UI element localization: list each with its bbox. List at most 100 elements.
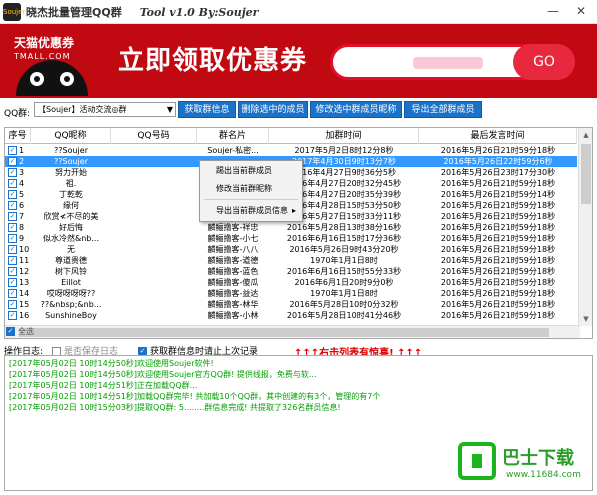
table-row[interactable]: ✓ 8 好后悔 麟鲡撸客-祥忠 2016年5月28日13时38分16秒 2016年5月26…	[5, 222, 577, 233]
cell-join: 2016年5月28日10时0分32秒	[289, 300, 399, 309]
edit-selected-nicknames-button[interactable]: 修改选中群成员昵称	[310, 101, 402, 118]
row-checkbox[interactable]: ✓	[8, 234, 17, 243]
cell-last: 2016年5月26日21时59分14秒	[440, 190, 556, 199]
row-checkbox[interactable]: ✓	[8, 256, 17, 265]
row-checkbox[interactable]: ✓	[8, 157, 17, 166]
banner-search-box[interactable]: GO	[330, 44, 575, 80]
cell-card: 麟鲡撸客-道德	[207, 256, 259, 265]
group-select[interactable]: 【Soujer】活动交流◎群 ▼	[34, 102, 176, 117]
cell-join: 2016年5月26日9时43分20秒	[289, 245, 399, 254]
cell-last: 2016年5月26日21时59分18秒	[440, 245, 556, 254]
cell-idx: 10	[19, 245, 30, 254]
get-group-info-button[interactable]: 获取群信息	[178, 101, 236, 118]
scroll-down-icon[interactable]: ▼	[579, 312, 592, 326]
row-checkbox[interactable]: ✓	[8, 278, 17, 287]
row-checkbox[interactable]: ✓	[8, 245, 17, 254]
cell-nick: 尊道贵德	[55, 256, 87, 265]
cell-last: 2016年5月26日21时59分18秒	[440, 289, 556, 298]
menu-edit-nickname[interactable]: 修改当前群昵称	[200, 181, 302, 197]
cell-card: Soujer-私密...	[207, 146, 259, 155]
close-button[interactable]: ✕	[570, 2, 592, 20]
cell-last: 2016年5月26日23时17分30秒	[440, 168, 556, 177]
table-row[interactable]: ✓ 1 ??Soujer Soujer-私密... 2017年5月2日8时12分8秒 20…	[5, 145, 577, 156]
go-button[interactable]: GO	[513, 44, 575, 80]
cell-join: 2016年6月1日20时9分0秒	[294, 278, 394, 287]
menu-kick-member[interactable]: 踢出当前群成员	[200, 163, 302, 179]
row-checkbox[interactable]: ✓	[8, 223, 17, 232]
cell-idx: 4	[19, 179, 25, 188]
cell-nick: ??Soujer	[54, 157, 88, 166]
col-join-time[interactable]: 加群时间	[269, 128, 419, 144]
cell-last: 2016年5月26日21时59分18秒	[440, 146, 556, 155]
cell-nick: 欣赏≮不尽的美	[43, 212, 99, 221]
title-bar: Soujer 晓杰批量管理QQ群 Tool v1.0 By:Soujer — ✕	[0, 0, 597, 24]
table-row[interactable]: ✓ 14 哎呀呀呀呀?? 麟鲡撸客-益达 1970年1月1日8时 2016年5月26日21…	[5, 288, 577, 299]
horizontal-scrollbar[interactable]	[5, 325, 580, 338]
cell-idx: 9	[19, 234, 25, 243]
cell-idx: 3	[19, 168, 25, 177]
cell-idx: 5	[19, 190, 25, 199]
cell-qq	[111, 299, 197, 310]
member-table[interactable]: 序号 QQ昵称 QQ号码 群名片 加群时间 最后发言时间 ✓ 1 ??Soujer S…	[4, 127, 593, 339]
delete-selected-members-button[interactable]: 删除选中的成员	[238, 101, 308, 118]
cell-card: 麟鲡撸客-小七	[207, 234, 259, 243]
window-title: 晓杰批量管理QQ群 Tool v1.0 By:Soujer	[26, 6, 259, 19]
cell-qq	[111, 156, 197, 167]
scroll-up-icon[interactable]: ▲	[579, 128, 592, 142]
cell-card: 麟鲡撸客-祥忠	[207, 223, 259, 232]
cell-idx: 2	[19, 157, 25, 166]
vertical-scrollbar[interactable]: ▲ ▼	[578, 128, 592, 326]
table-row[interactable]: ✓ 16 SunshineBoy 麟鲡撸客-小林 2016年5月28日10时41分46秒…	[5, 310, 577, 321]
cell-last: 2016年5月26日21时59分18秒	[440, 278, 556, 287]
cell-idx: 14	[19, 289, 30, 298]
row-checkbox[interactable]: ✓	[8, 267, 17, 276]
col-nickname[interactable]: QQ昵称	[31, 128, 111, 144]
table-row[interactable]: ✓ 11 尊道贵德 麟鲡撸客-道德 1970年1月1日8时 2016年5月26日21时59…	[5, 255, 577, 266]
row-checkbox[interactable]: ✓	[8, 289, 17, 298]
cell-nick: 丁乾乾	[59, 190, 83, 199]
cell-idx: 1	[19, 146, 25, 155]
scroll-thumb[interactable]	[581, 144, 591, 204]
cell-last: 2016年5月26日21时59分18秒	[440, 267, 556, 276]
table-row[interactable]: ✓ 9 似水冷然&nb... 麟鲡撸客-小七 2016年6月16日15时17分36秒 20…	[5, 233, 577, 244]
cell-qq	[111, 244, 197, 255]
table-row[interactable]: ✓ 12 树下风铃 麟鲡撸客-蓝色 2016年6月16日15时55分33秒 2016年5月…	[5, 266, 577, 277]
watermark: 巴士下载 www.11684.com	[458, 440, 594, 492]
col-index[interactable]: 序号	[5, 128, 31, 144]
row-checkbox[interactable]: ✓	[8, 179, 17, 188]
minimize-button[interactable]: —	[542, 2, 564, 20]
row-checkbox[interactable]: ✓	[8, 311, 17, 320]
table-row[interactable]: ✓ 15 ??&nbsp;&nb... 麟鲡撸客-林华 2016年5月28日10时0分3…	[5, 299, 577, 310]
cell-last: 2016年5月26日22时59分6秒	[443, 157, 553, 166]
table-row[interactable]: ✓ 13 Eillot 麟鲡撸客-傻瓜 2016年6月1日20时9分0秒 2016年5月2…	[5, 277, 577, 288]
table-row[interactable]: ✓ 10 无 麟鲡撸客-八八 2016年5月26日9时43分20秒 2016年5月26日2…	[5, 244, 577, 255]
col-last-speak[interactable]: 最后发言时间	[419, 128, 577, 144]
cell-qq	[111, 310, 197, 321]
cell-card: 麟鲡撸客-林华	[207, 300, 259, 309]
log-line: [2017年05月02日 10时15分03秒]提取QQ群: 5........群…	[9, 403, 341, 412]
log-line: [2017年05月02日 10时14分50秒]欢迎使用Soujer官方QQ群! …	[9, 370, 317, 379]
row-checkbox[interactable]: ✓	[8, 146, 17, 155]
cell-join: 2016年5月28日10时41分46秒	[286, 311, 402, 320]
cell-qq	[111, 255, 197, 266]
hscroll-thumb[interactable]	[19, 328, 549, 337]
row-checkbox[interactable]: ✓	[8, 168, 17, 177]
group-label: QQ群:	[4, 109, 31, 119]
cell-qq	[111, 189, 197, 200]
menu-export-member-info[interactable]: 导出当前群成员信息 ▸	[200, 203, 302, 219]
row-checkbox[interactable]: ✓	[8, 212, 17, 221]
ad-banner[interactable]: 天猫优惠券 TMALL.COM 立即领取优惠券 GO	[0, 24, 597, 98]
export-all-members-button[interactable]: 导出全部群成员	[404, 101, 482, 118]
col-qq[interactable]: QQ号码	[111, 128, 197, 144]
cell-nick: 祖.	[65, 179, 77, 188]
cell-nick: 无	[67, 245, 75, 254]
row-checkbox[interactable]: ✓	[8, 190, 17, 199]
cell-idx: 16	[19, 311, 30, 320]
select-all-checkbox[interactable]: ✓ 全选	[6, 326, 34, 337]
submenu-arrow-icon: ▸	[291, 206, 296, 215]
row-checkbox[interactable]: ✓	[8, 300, 17, 309]
row-checkbox[interactable]: ✓	[8, 201, 17, 210]
cell-join: 2017年5月2日8时12分8秒	[294, 146, 394, 155]
col-card[interactable]: 群名片	[197, 128, 269, 144]
cell-qq	[111, 178, 197, 189]
